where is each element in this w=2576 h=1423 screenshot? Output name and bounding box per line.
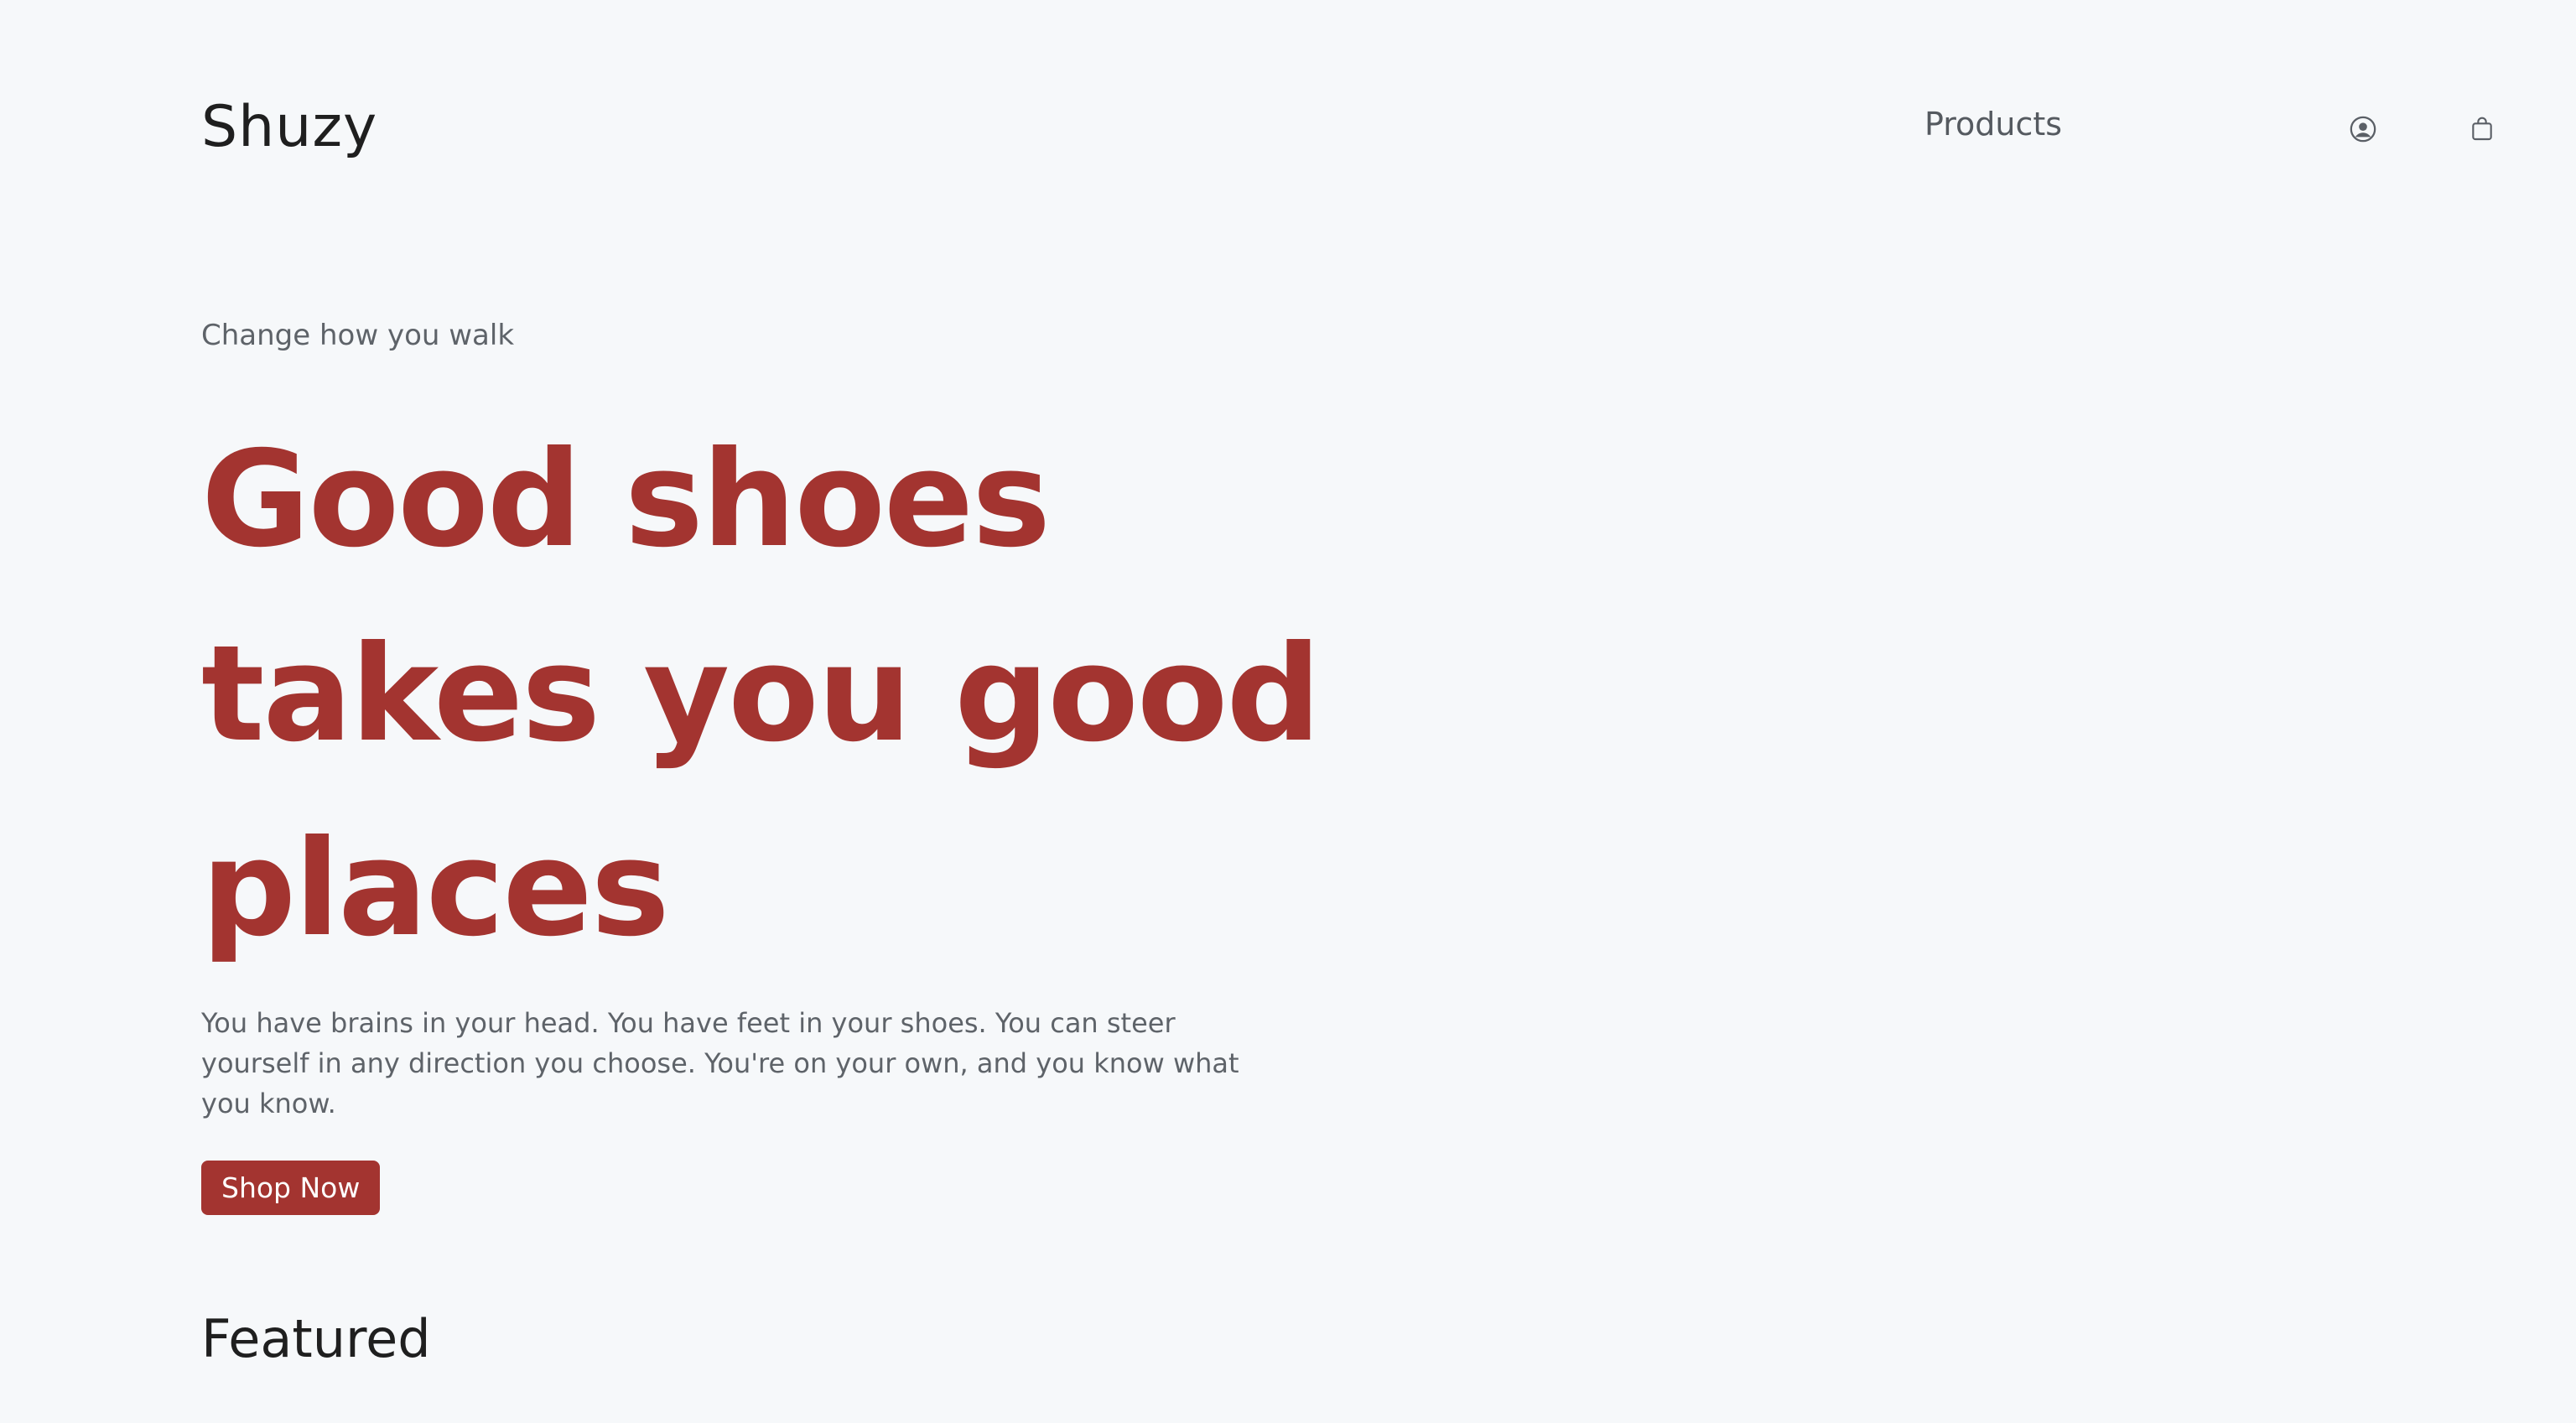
hero-description: You have brains in your head. You have f… [201,1007,1239,1119]
hero-section: Change how you walk Good shoes takes you… [201,319,1322,1215]
shopping-bag-icon [2472,117,2492,141]
headline-line: places [201,812,670,966]
headline-line: takes you good [201,617,1322,771]
featured-section-title: Featured [201,1308,431,1369]
headline-line: Good shoes [201,423,1051,577]
user-circle-icon [2350,116,2376,143]
cart-button[interactable] [2465,112,2499,146]
top-navigation: Shuzy Products [201,84,2492,176]
nav-link-products[interactable]: Products [1924,106,2062,143]
hero-headline: Good shoes takes you good places [201,402,1322,986]
hero-tagline: Change how you walk [201,319,515,352]
page: Shuzy Products Change how you walk Good … [0,0,2576,1423]
shop-now-button[interactable]: Shop Now [201,1161,381,1215]
account-button[interactable] [2346,112,2380,146]
brand-logo[interactable]: Shuzy [201,94,377,160]
